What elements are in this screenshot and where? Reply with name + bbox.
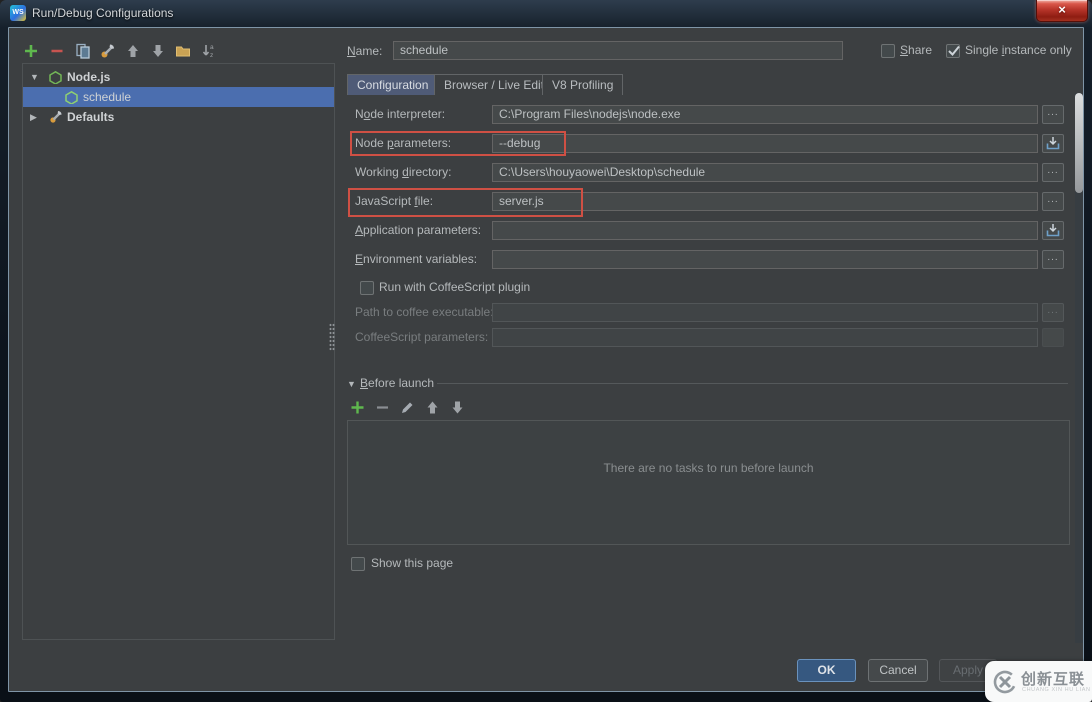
node-interpreter-field[interactable]: C:\Program Files\nodejs\node.exe: [492, 105, 1038, 124]
minus-icon: [51, 49, 63, 53]
svg-text:a: a: [210, 44, 214, 51]
move-down-button[interactable]: [149, 42, 167, 60]
tree-label: Node.js: [67, 70, 111, 84]
share-checkbox[interactable]: [881, 44, 895, 58]
watermark-subtitle: CHUANG XIN HU LIAN: [1022, 687, 1091, 693]
arrow-down-icon: [452, 401, 463, 414]
before-launch-edit-button[interactable]: [400, 400, 416, 416]
copy-icon: [76, 43, 90, 59]
tree-label: schedule: [83, 90, 132, 104]
environment-variables-label: Environment variables:: [355, 252, 478, 266]
arrow-down-icon: [153, 45, 163, 57]
tree-item-defaults[interactable]: ▶ Defaults: [23, 107, 334, 127]
path-to-coffee-field: [492, 303, 1038, 322]
tree-item-nodejs-group[interactable]: ▼ Node.js: [23, 67, 334, 87]
before-launch-empty-text: There are no tasks to run before launch: [603, 461, 814, 475]
arrow-up-icon: [128, 45, 138, 57]
sort-configurations-button[interactable]: a z: [200, 42, 218, 60]
scrollbar-track[interactable]: [1075, 93, 1083, 643]
edit-defaults-button[interactable]: [99, 42, 117, 60]
node-interpreter-browse-button[interactable]: ...: [1042, 105, 1064, 124]
working-directory-label: Working directory:: [355, 165, 452, 179]
tree-label: Defaults: [67, 110, 115, 124]
new-folder-button[interactable]: [174, 42, 192, 60]
path-to-coffee-browse-button: ...: [1042, 303, 1064, 322]
name-input[interactable]: schedule: [393, 41, 843, 60]
javascript-file-browse-button[interactable]: ...: [1042, 192, 1064, 211]
watermark-title: 创新互联: [1021, 671, 1086, 688]
watermark-logo-icon: [993, 670, 1017, 694]
tab-configuration[interactable]: Configuration: [347, 74, 439, 95]
javascript-file-label: JavaScript file:: [355, 194, 434, 208]
cancel-button[interactable]: Cancel: [868, 659, 928, 682]
svg-text:z: z: [210, 52, 213, 59]
share-label: Share: [900, 43, 933, 57]
application-parameters-field[interactable]: [492, 221, 1038, 240]
name-label: Name:: [347, 44, 383, 58]
environment-variables-browse-button[interactable]: ...: [1042, 250, 1064, 269]
coffeescript-parameters-field: [492, 328, 1038, 347]
copy-configuration-button[interactable]: [74, 42, 92, 60]
tree-item-schedule[interactable]: schedule: [23, 87, 334, 107]
run-with-coffeescript-checkbox[interactable]: [360, 281, 374, 295]
ok-button[interactable]: OK: [797, 659, 856, 682]
show-this-page-checkbox[interactable]: [351, 557, 365, 571]
run-with-coffeescript-label: Run with CoffeeScript plugin: [379, 280, 531, 294]
folder-icon: [176, 46, 190, 57]
checkmark-icon: [948, 45, 960, 56]
before-launch-task-list[interactable]: There are no tasks to run before launch: [347, 420, 1070, 545]
application-parameters-insert-macro-button[interactable]: [1042, 221, 1064, 240]
before-launch-add-button[interactable]: [350, 400, 366, 416]
scrollbar-thumb[interactable]: [1075, 93, 1083, 193]
webstorm-app-icon: WS: [10, 5, 26, 21]
javascript-file-field[interactable]: server.js: [492, 192, 1038, 211]
close-button[interactable]: ×: [1036, 0, 1088, 22]
working-directory-field[interactable]: C:\Users\houyaowei\Desktop\schedule: [492, 163, 1038, 182]
expanded-arrow-icon[interactable]: ▼: [30, 67, 39, 87]
sort-az-icon: a z: [202, 44, 214, 59]
watermark-badge: 创新互联 CHUANG XIN HU LIAN: [985, 661, 1092, 702]
tab-browser-live-edit[interactable]: Browser / Live Edit: [434, 74, 555, 95]
before-launch-move-up-button[interactable]: [425, 400, 441, 416]
window-titlebar[interactable]: WS Run/Debug Configurations ×: [0, 0, 1092, 27]
show-this-page-label: Show this page: [371, 556, 454, 570]
single-instance-label: Single instance only: [965, 43, 1072, 57]
before-launch-divider: [437, 383, 1068, 384]
single-instance-checkbox[interactable]: [946, 44, 960, 58]
add-configuration-button[interactable]: [22, 42, 40, 60]
run-debug-configurations-dialog: WS Run/Debug Configurations × a z ▼ Node…: [0, 0, 1092, 702]
coffeescript-parameters-macro-button: [1042, 328, 1064, 347]
working-directory-browse-button[interactable]: ...: [1042, 163, 1064, 182]
tab-v8-profiling[interactable]: V8 Profiling: [542, 74, 624, 95]
node-parameters-insert-macro-button[interactable]: [1042, 134, 1064, 153]
path-to-coffee-label: Path to coffee executable:: [355, 305, 494, 319]
wrench-icon: [101, 44, 114, 58]
environment-variables-field[interactable]: [492, 250, 1038, 269]
remove-configuration-button[interactable]: [48, 42, 66, 60]
pencil-icon: [402, 402, 413, 413]
node-interpreter-label: Node interpreter:: [355, 107, 446, 121]
minus-icon: [377, 406, 388, 409]
before-launch-remove-button[interactable]: [375, 400, 391, 416]
configurations-tree: ▼ Node.js schedule ▶ Defaults: [22, 63, 335, 640]
insert-macro-icon: [1046, 137, 1060, 150]
arrow-up-icon: [427, 401, 438, 414]
before-launch-collapse-arrow[interactable]: ▼: [347, 379, 356, 389]
plus-icon: [351, 401, 364, 414]
node-parameters-label: Node parameters:: [355, 136, 452, 150]
application-parameters-label: Application parameters:: [355, 223, 482, 237]
wrench-icon: [49, 110, 63, 130]
move-up-button[interactable]: [124, 42, 142, 60]
before-launch-title: Before launch: [360, 376, 435, 390]
splitter-handle[interactable]: [329, 323, 335, 351]
insert-macro-icon: [1046, 224, 1060, 237]
node-parameters-field[interactable]: --debug: [492, 134, 1038, 153]
window-title: Run/Debug Configurations: [32, 6, 174, 20]
coffeescript-parameters-label: CoffeeScript parameters:: [355, 330, 489, 344]
before-launch-move-down-button[interactable]: [450, 400, 466, 416]
plus-icon: [25, 45, 37, 57]
collapsed-arrow-icon[interactable]: ▶: [30, 107, 37, 127]
